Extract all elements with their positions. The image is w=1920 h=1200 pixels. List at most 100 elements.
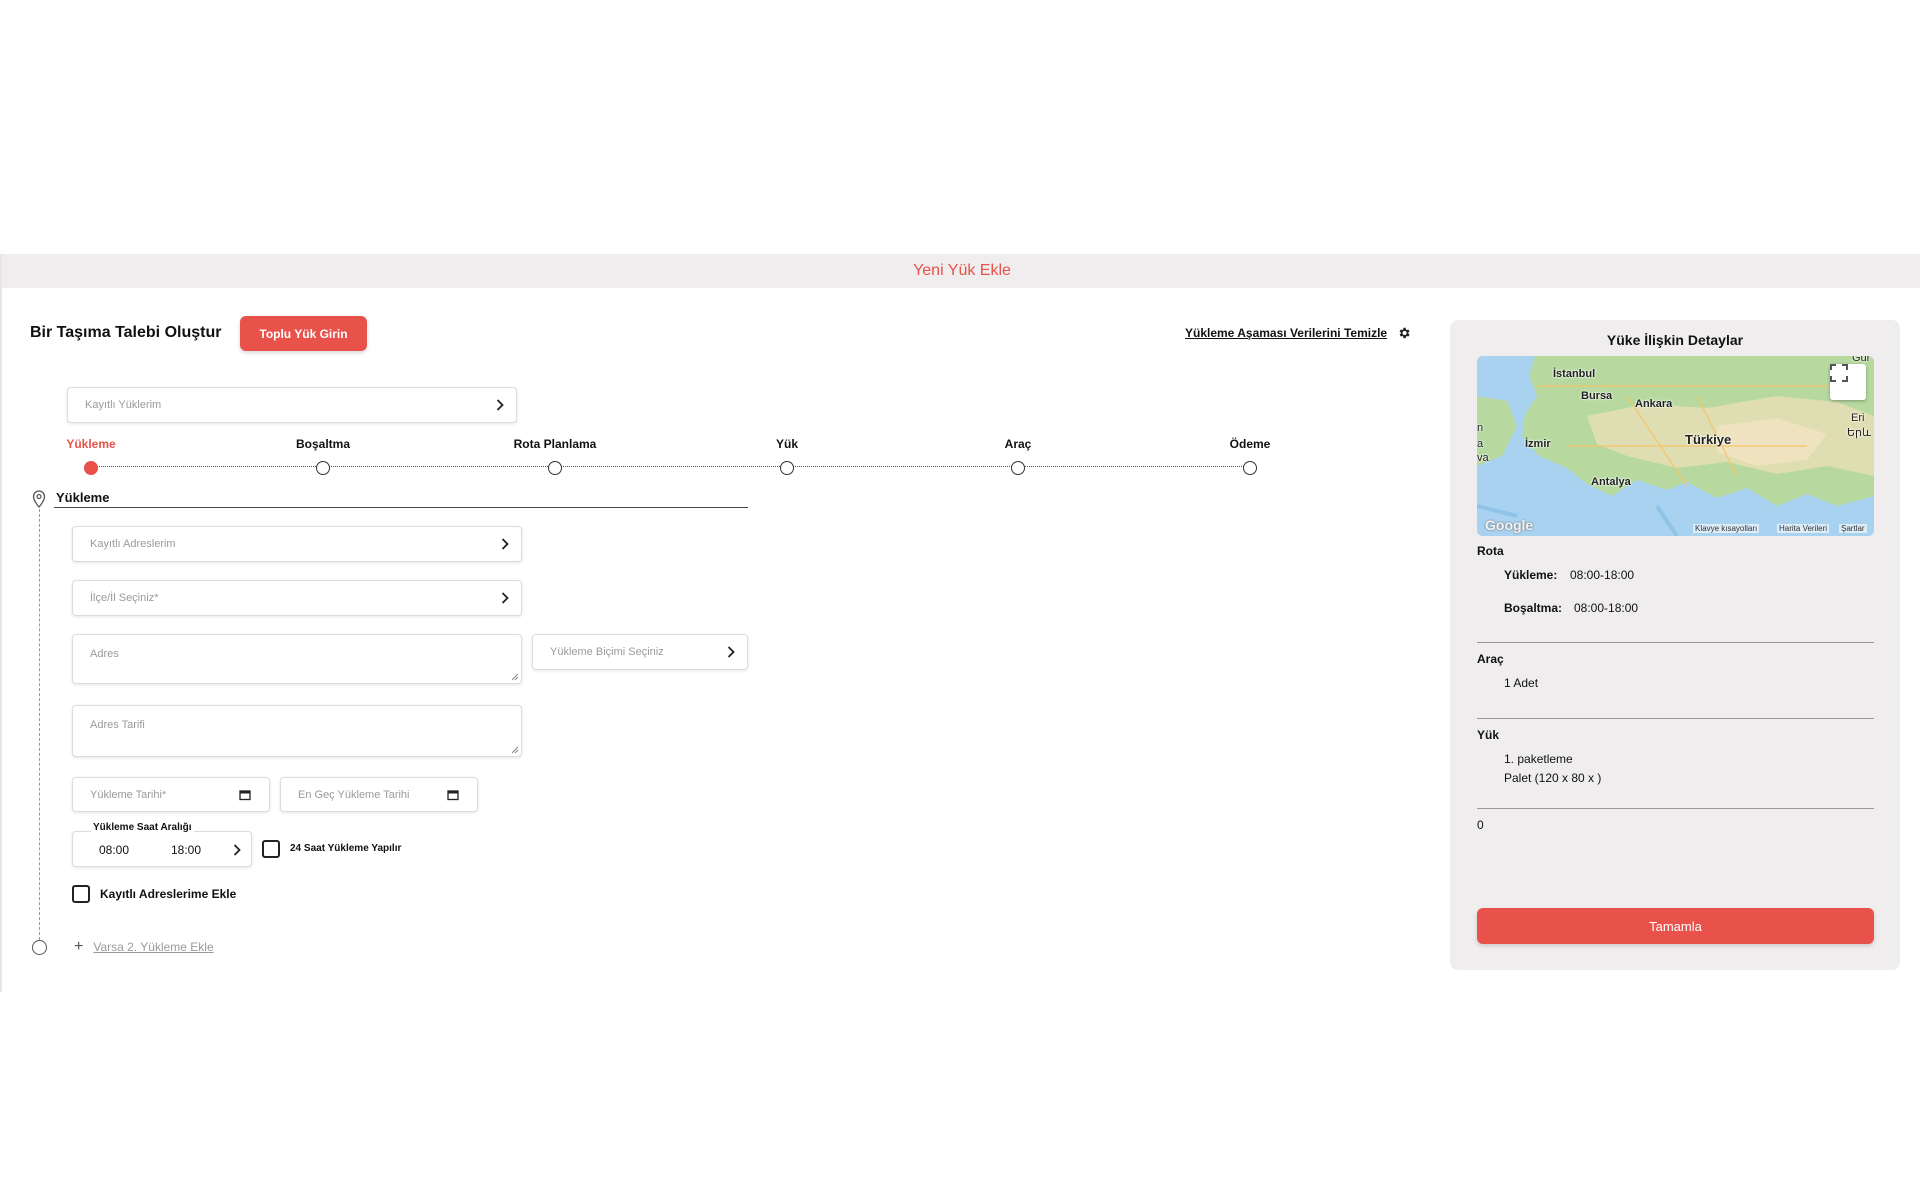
loading-date-input[interactable]: Yükleme Tarihi* bbox=[72, 777, 270, 812]
section-title: Yükleme bbox=[56, 490, 110, 505]
panel-title: Yüke İlişkin Detaylar bbox=[1606, 332, 1744, 348]
clear-loading-data-label: Yükleme Aşaması Verilerini Temizle bbox=[1185, 326, 1388, 340]
load-heading: Yük bbox=[1477, 728, 1500, 742]
saved-loads-placeholder: Kayıtlı Yüklerim bbox=[85, 399, 162, 411]
location-pin-icon bbox=[32, 490, 46, 508]
address-textarea[interactable]: Adres bbox=[72, 634, 522, 684]
step-dot bbox=[548, 461, 562, 475]
resize-handle-icon[interactable] bbox=[511, 673, 519, 681]
chevron-right-icon bbox=[496, 399, 504, 411]
map-city-istanbul: İstanbul bbox=[1553, 368, 1596, 380]
step-label: Araç bbox=[1004, 437, 1032, 451]
add-second-loading-label: Varsa 2. Yükleme Ekle bbox=[93, 940, 214, 954]
address-description-placeholder: Adres Tarifi bbox=[90, 719, 145, 731]
map-edge-label: va bbox=[1477, 452, 1489, 464]
step-arac[interactable]: Araç bbox=[948, 437, 1088, 475]
route-heading: Rota bbox=[1477, 544, 1504, 558]
loading-type-select[interactable]: Yükleme Biçimi Seçiniz bbox=[532, 634, 748, 670]
gear-icon[interactable] bbox=[1397, 326, 1411, 340]
vehicle-heading: Araç bbox=[1477, 652, 1504, 666]
page-title: Bir Taşıma Talebi Oluştur bbox=[30, 324, 222, 341]
top-bar: Yeni Yük Ekle bbox=[2, 254, 1920, 288]
step-label: Yükleme bbox=[66, 437, 116, 451]
fullscreen-button[interactable] bbox=[1830, 364, 1866, 400]
total-value: 0 bbox=[1477, 818, 1484, 832]
time-range-label: Yükleme Saat Aralığı bbox=[91, 822, 194, 833]
plus-icon: + bbox=[74, 938, 84, 955]
district-city-placeholder: İlçe/İl Seçiniz* bbox=[90, 592, 159, 604]
load-line-1: 1. paketleme bbox=[1504, 752, 1573, 766]
map-keyboard-shortcuts-link[interactable]: Klavye kısayolları bbox=[1693, 524, 1760, 533]
add-saved-address-checkbox[interactable] bbox=[72, 885, 90, 903]
bulk-load-button[interactable]: Toplu Yük Girin bbox=[240, 316, 367, 351]
panel-divider bbox=[1477, 718, 1874, 719]
chevron-right-icon bbox=[233, 844, 241, 856]
map-edge-label: Երև bbox=[1847, 427, 1871, 439]
map-edge-label: n bbox=[1477, 422, 1484, 434]
route-loading-label: Yükleme: bbox=[1504, 568, 1558, 582]
google-logo: Google bbox=[1485, 517, 1534, 533]
route-loading-value: 08:00-18:00 bbox=[1570, 568, 1635, 582]
saved-addresses-placeholder: Kayıtlı Adreslerim bbox=[90, 538, 176, 550]
timeline-line bbox=[39, 504, 40, 940]
step-dot bbox=[1011, 461, 1025, 475]
step-dot bbox=[1243, 461, 1257, 475]
saved-addresses-select[interactable]: Kayıtlı Adreslerim bbox=[72, 526, 522, 562]
step-bosaltma[interactable]: Boşaltma bbox=[253, 437, 393, 475]
step-label: Ödeme bbox=[1229, 437, 1271, 451]
address-placeholder: Adres bbox=[90, 648, 119, 660]
chevron-right-icon bbox=[501, 538, 509, 550]
calendar-icon[interactable] bbox=[239, 789, 251, 800]
map-city-bursa: Bursa bbox=[1581, 390, 1613, 402]
route-unloading-value: 08:00-18:00 bbox=[1574, 601, 1639, 615]
app-window: Yeni Yük Ekle Bir Taşıma Talebi Oluştur … bbox=[0, 254, 1920, 992]
step-yukleme[interactable]: Yükleme bbox=[21, 437, 161, 475]
all-day-checkbox[interactable] bbox=[262, 840, 280, 858]
section-divider bbox=[54, 507, 748, 508]
clear-loading-data-link[interactable]: Yükleme Aşaması Verilerini Temizle bbox=[1185, 326, 1411, 340]
all-day-label: 24 Saat Yükleme Yapılır bbox=[290, 843, 402, 854]
chevron-right-icon bbox=[501, 592, 509, 604]
load-details-panel: Yüke İlişkin Detaylar İstanbul Bursa Ank… bbox=[1450, 320, 1900, 970]
route-map[interactable]: İstanbul Bursa Ankara İzmir Antalya Türk… bbox=[1477, 356, 1874, 536]
step-dot bbox=[316, 461, 330, 475]
district-city-select[interactable]: İlçe/İl Seçiniz* bbox=[72, 580, 522, 616]
step-label: Rota Planlama bbox=[513, 437, 597, 451]
add-second-loading-link[interactable]: + Varsa 2. Yükleme Ekle bbox=[74, 938, 214, 956]
map-terms-link[interactable]: Şartlar bbox=[1839, 524, 1867, 533]
route-unloading-label: Boşaltma: bbox=[1504, 601, 1563, 615]
complete-button[interactable]: Tamamla bbox=[1477, 908, 1874, 944]
loading-date-placeholder: Yükleme Tarihi* bbox=[90, 788, 167, 801]
address-description-textarea[interactable]: Adres Tarifi bbox=[72, 705, 522, 757]
load-line-2: Palet (120 x 80 x ) bbox=[1504, 771, 1602, 785]
step-rota-planlama[interactable]: Rota Planlama bbox=[485, 437, 625, 475]
panel-divider bbox=[1477, 642, 1874, 643]
step-yuk[interactable]: Yük bbox=[717, 437, 857, 475]
vehicle-value: 1 Adet bbox=[1504, 676, 1539, 690]
resize-handle-icon[interactable] bbox=[511, 746, 519, 754]
step-dot bbox=[84, 461, 98, 475]
latest-loading-date-placeholder: En Geç Yükleme Tarihi bbox=[298, 788, 410, 801]
step-odeme[interactable]: Ödeme bbox=[1180, 437, 1320, 475]
chevron-right-icon bbox=[727, 646, 735, 658]
top-bar-title: Yeni Yük Ekle bbox=[913, 262, 1011, 279]
step-dot bbox=[780, 461, 794, 475]
latest-loading-date-input[interactable]: En Geç Yükleme Tarihi bbox=[280, 777, 478, 812]
map-edge-label: a bbox=[1477, 438, 1484, 450]
map-edge-label: Eri bbox=[1851, 412, 1865, 424]
step-label: Boşaltma bbox=[295, 437, 351, 451]
map-data-link[interactable]: Harita Verileri bbox=[1777, 524, 1830, 533]
map-city-izmir: İzmir bbox=[1525, 438, 1551, 450]
saved-loads-select[interactable]: Kayıtlı Yüklerim bbox=[67, 387, 517, 423]
timeline-end-circle bbox=[32, 940, 47, 955]
time-end[interactable]: 18:00 bbox=[171, 843, 201, 857]
map-city-ankara: Ankara bbox=[1635, 398, 1673, 410]
loading-time-range[interactable]: Yükleme Saat Aralığı 08:00 18:00 bbox=[72, 822, 252, 867]
progress-stepper: Yükleme Boşaltma Rota Planlama Yük Araç … bbox=[64, 437, 1274, 477]
time-start[interactable]: 08:00 bbox=[99, 843, 129, 857]
fullscreen-icon bbox=[1830, 364, 1848, 382]
calendar-icon[interactable] bbox=[447, 789, 459, 800]
map-country-label: Türkiye bbox=[1685, 432, 1732, 447]
loading-type-placeholder: Yükleme Biçimi Seçiniz bbox=[550, 646, 664, 658]
panel-divider bbox=[1477, 808, 1874, 809]
